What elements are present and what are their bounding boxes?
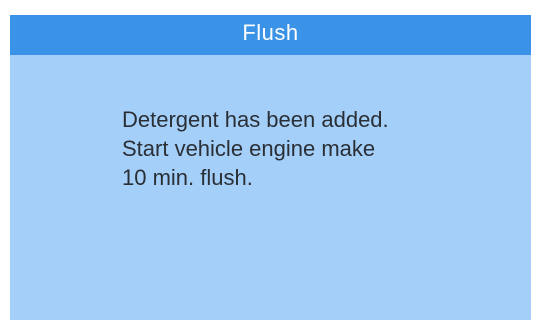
- flush-screen: Flush Detergent has been added. Start ve…: [10, 15, 531, 320]
- title-bar: Flush: [10, 15, 531, 55]
- screen-title: Flush: [242, 20, 299, 45]
- message-line-1: Detergent has been added.: [122, 107, 389, 132]
- message-line-2: Start vehicle engine make: [122, 136, 376, 161]
- instruction-message: Detergent has been added. Start vehicle …: [122, 105, 522, 192]
- message-line-3: 10 min. flush.: [122, 165, 253, 190]
